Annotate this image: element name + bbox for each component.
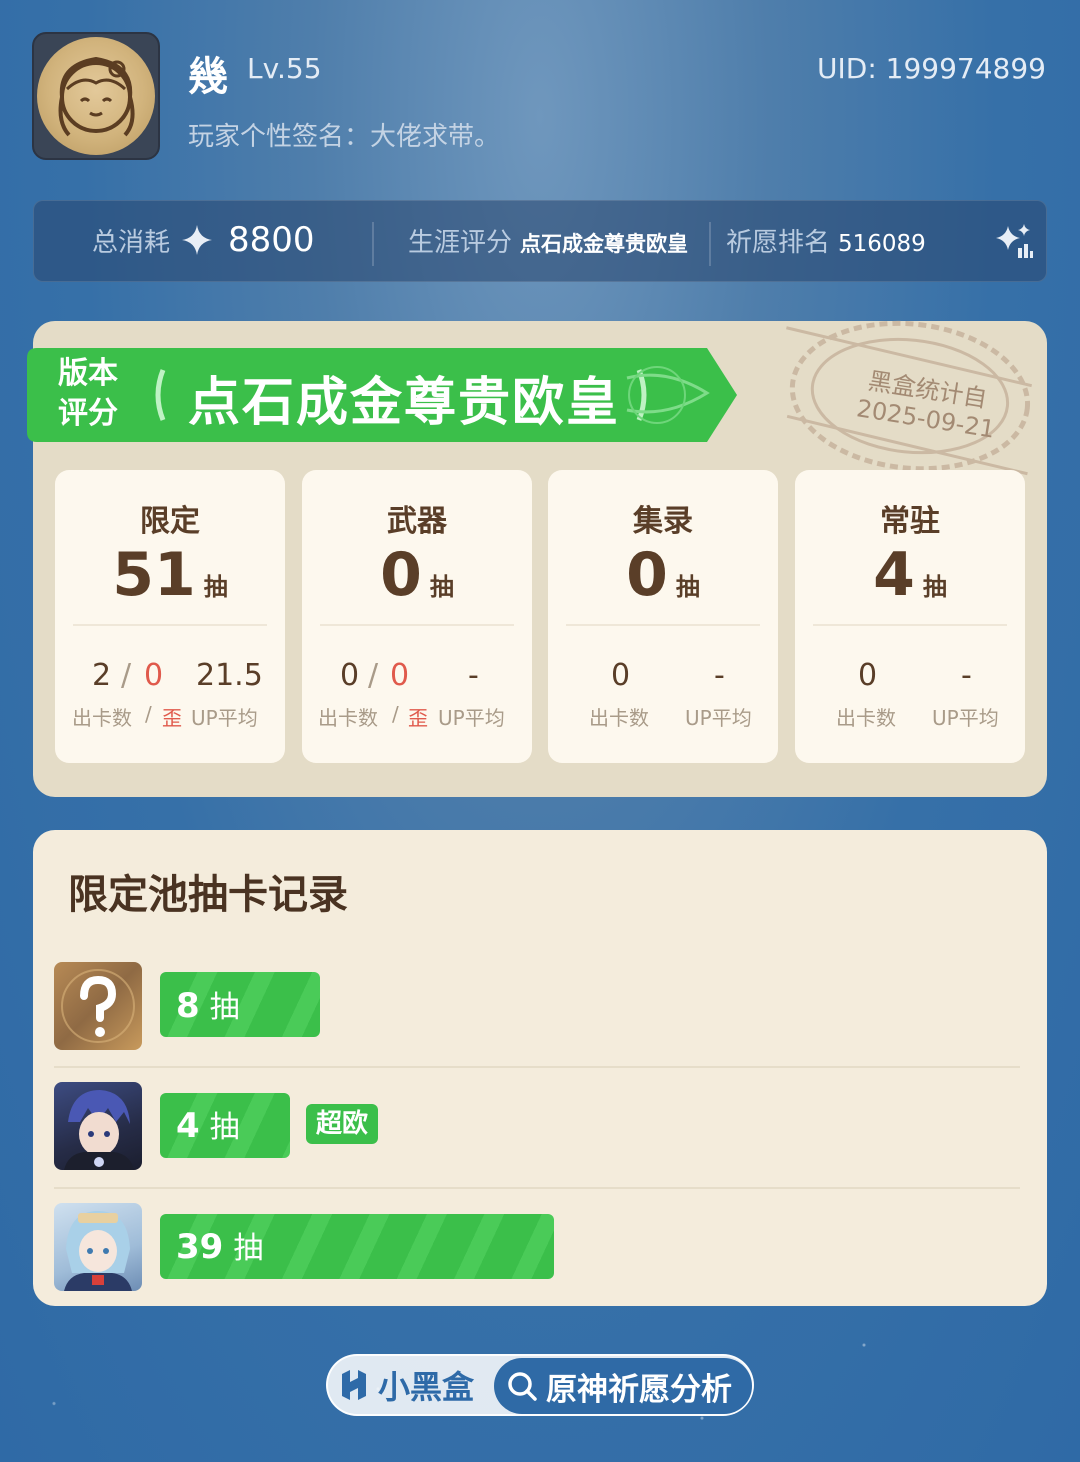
career-score-value: 点石成金尊贵欧皇 <box>520 232 689 256</box>
pool-off-value: 0 <box>144 658 164 693</box>
footer-feature-button[interactable]: 原神祈愿分析 <box>494 1358 752 1414</box>
pool-avg-label: UP平均 <box>932 706 999 730</box>
career-score-label: 生涯评分 <box>408 228 513 258</box>
character-portrait-icon <box>64 1211 132 1291</box>
record-unit: 抽 <box>209 1110 240 1145</box>
record-avatar-character[interactable] <box>54 1082 142 1170</box>
pool-count-unit: 抽 <box>922 573 947 601</box>
pool-slash: / <box>121 658 132 693</box>
pool-count-number: 0 <box>380 540 422 610</box>
search-icon <box>508 1372 537 1401</box>
sparkle-chart-icon[interactable] <box>994 222 1034 262</box>
record-pulls: 39 <box>176 1227 224 1267</box>
pool-avg-value: - <box>961 658 972 693</box>
pool-avg-value: 21.5 <box>196 658 263 693</box>
pool-divider <box>73 624 267 626</box>
avatar-portrait <box>37 37 155 155</box>
pool-cards-label: 出卡数 <box>836 706 896 730</box>
pool-off-label: 歪 <box>162 706 182 730</box>
pool-cards-value: 0 <box>340 658 360 693</box>
pool-avg-value: - <box>468 658 479 693</box>
records-title: 限定池抽卡记录 <box>68 872 348 918</box>
record-unit: 抽 <box>209 990 240 1025</box>
pool-avg-label: UP平均 <box>438 706 505 730</box>
row-divider <box>54 1066 1020 1068</box>
total-spend-label: 总消耗 <box>92 227 171 258</box>
record-avatar-character[interactable] <box>54 1203 142 1291</box>
player-level: Lv.55 <box>247 52 322 85</box>
pool-slash-label: / <box>145 702 152 726</box>
summary-divider <box>372 222 374 266</box>
record-pull-count: 8抽 <box>176 982 240 1026</box>
record-unit: 抽 <box>233 1231 264 1266</box>
pool-name: 常驻 <box>880 504 940 539</box>
player-avatar[interactable] <box>32 32 160 160</box>
pool-off-value: 0 <box>390 658 410 693</box>
record-pulls: 4 <box>176 1106 200 1146</box>
pool-pull-count: 4抽 <box>795 540 1025 610</box>
record-pull-count: 4抽 <box>176 1102 240 1146</box>
version-score-label: 版本 评分 <box>58 354 128 434</box>
pool-slash: / <box>368 658 379 693</box>
player-signature: 玩家个性签名：大佬求带。 <box>188 122 501 152</box>
record-avatar-unknown[interactable] <box>54 962 142 1050</box>
pool-count-unit: 抽 <box>203 573 228 601</box>
pool-avg-label: UP平均 <box>685 706 752 730</box>
version-score-label-line1: 版本 <box>58 356 118 391</box>
pool-pull-count: 0抽 <box>302 540 532 610</box>
pool-cards-value: 0 <box>858 658 878 693</box>
pool-name: 集录 <box>633 504 693 539</box>
wish-rank-label: 祈愿排名 <box>726 228 831 258</box>
total-spend: 总消耗 8800 <box>92 220 315 260</box>
row-divider <box>54 1187 1020 1189</box>
pool-name: 武器 <box>387 504 447 539</box>
super-lucky-badge: 超欧 <box>306 1104 379 1144</box>
player-name: 幾 <box>188 54 228 100</box>
career-score: 生涯评分 点石成金尊贵欧皇 <box>408 222 688 259</box>
pool-name: 限定 <box>140 504 200 539</box>
character-portrait-icon <box>64 1090 134 1170</box>
wish-rank-value: 516089 <box>838 231 926 257</box>
pool-pull-count: 0抽 <box>548 540 778 610</box>
pool-card-chronicled[interactable]: 集录 0抽 0 - 出卡数 UP平均 <box>548 470 778 763</box>
player-uid: UID: 199974899 <box>817 52 1046 85</box>
primogem-star-icon <box>182 225 213 255</box>
pool-pull-count: 51 抽 <box>55 540 285 610</box>
pool-card-limited[interactable]: 限定 51 抽 2 / 0 21.5 出卡数 / 歪 UP平均 <box>55 470 285 763</box>
footer-brand-name: 小黑盒 <box>378 1368 475 1406</box>
record-pulls: 8 <box>176 986 200 1026</box>
pool-count-number: 0 <box>626 540 668 610</box>
version-score-title: 点石成金尊贵欧皇 <box>188 373 621 433</box>
pool-count-unit: 抽 <box>429 573 454 601</box>
total-spend-value: 8800 <box>228 220 315 260</box>
footer-feature-label: 原神祈愿分析 <box>546 1371 732 1408</box>
heybox-logo-icon <box>342 1370 366 1400</box>
record-pull-count: 39 抽 <box>176 1223 263 1267</box>
pool-off-label: 歪 <box>408 706 428 730</box>
summary-divider <box>709 222 711 266</box>
wish-rank: 祈愿排名 516089 <box>726 222 926 259</box>
pool-slash-label: / <box>392 702 399 726</box>
question-mark-icon <box>61 969 135 1043</box>
pool-divider <box>320 624 514 626</box>
pool-cards-label: 出卡数 <box>72 706 132 730</box>
pool-divider <box>813 624 1007 626</box>
pool-count-number: 51 <box>112 540 196 610</box>
pool-avg-label: UP平均 <box>191 706 258 730</box>
pool-count-number: 4 <box>873 540 915 610</box>
pool-cards-value: 2 <box>92 658 112 693</box>
pool-cards-label: 出卡数 <box>318 706 378 730</box>
pool-avg-value: - <box>714 658 725 693</box>
pool-card-standard[interactable]: 常驻 4抽 0 - 出卡数 UP平均 <box>795 470 1025 763</box>
pool-count-unit: 抽 <box>675 573 700 601</box>
footer-brand: 小黑盒 <box>338 1360 474 1410</box>
pool-card-weapon[interactable]: 武器 0抽 0 / 0 - 出卡数 / 歪 UP平均 <box>302 470 532 763</box>
pool-cards-label: 出卡数 <box>589 706 649 730</box>
pool-divider <box>566 624 760 626</box>
version-score-label-line2: 评分 <box>58 396 118 431</box>
pool-cards-value: 0 <box>611 658 631 693</box>
